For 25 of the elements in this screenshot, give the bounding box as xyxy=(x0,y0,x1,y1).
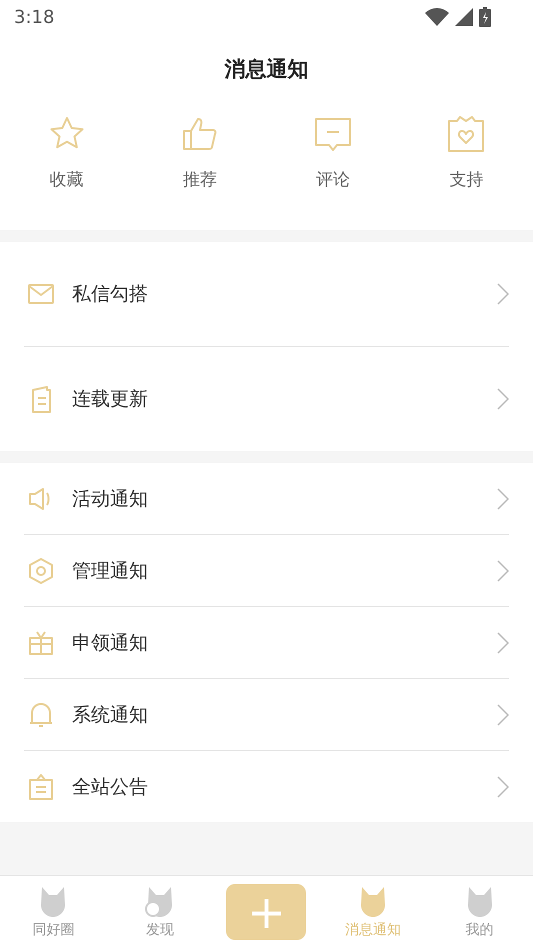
quick-action-button[interactable]: 推荐 xyxy=(133,104,266,230)
gift-box-icon xyxy=(446,114,486,154)
quick-action-button[interactable]: 支持 xyxy=(400,104,533,230)
wifi-icon xyxy=(425,8,449,26)
document-icon xyxy=(30,385,52,413)
bell-icon xyxy=(29,700,53,728)
signal-icon xyxy=(455,8,473,26)
mail-icon xyxy=(28,283,54,305)
status-time: 3:18 xyxy=(14,6,54,28)
quick-action-button[interactable]: 收藏 xyxy=(0,104,134,230)
chevron-right-icon xyxy=(497,704,509,726)
notice-board-icon xyxy=(28,772,54,800)
thumbs-up-icon xyxy=(180,115,219,153)
chevron-right-icon xyxy=(497,283,509,305)
chevron-right-icon xyxy=(497,488,509,510)
hexagon-icon xyxy=(28,558,54,584)
page-title: 消息通知 xyxy=(224,56,308,83)
comment-icon xyxy=(313,115,354,153)
chevron-right-icon xyxy=(497,388,509,410)
gift-icon xyxy=(28,630,54,656)
chevron-right-icon xyxy=(497,560,509,582)
chevron-right-icon xyxy=(497,632,509,654)
battery-icon xyxy=(479,7,491,27)
chevron-right-icon xyxy=(497,776,509,798)
quick-action-button[interactable]: 评论 xyxy=(266,104,400,230)
